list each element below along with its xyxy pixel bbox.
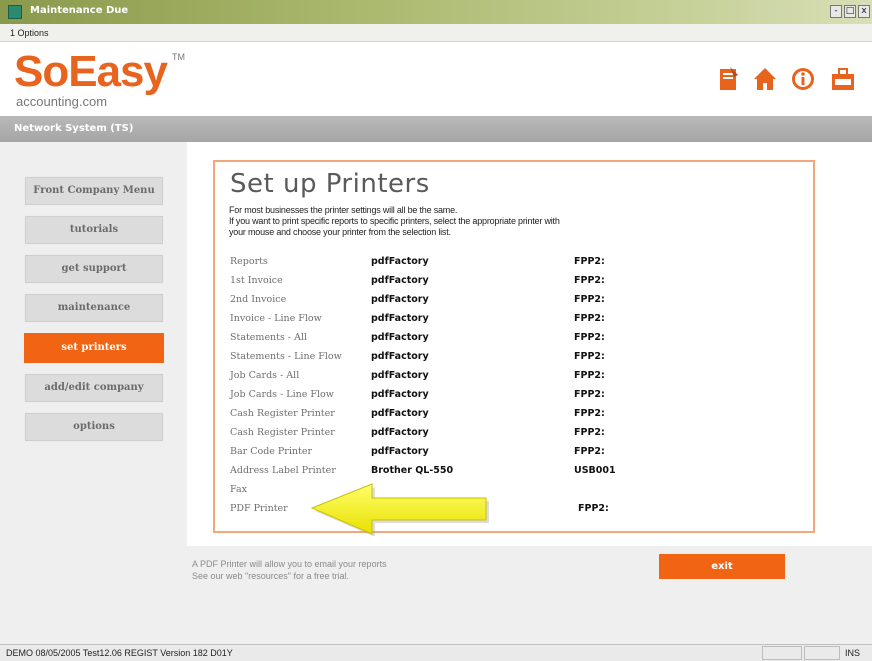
printer-port: FPP2: xyxy=(574,389,605,400)
printer-select[interactable]: Brother QL-550 xyxy=(371,465,453,476)
menu-bar: 1 Options xyxy=(0,24,872,42)
printer-row-label: 2nd Invoice xyxy=(230,294,287,305)
home-icon[interactable] xyxy=(752,65,778,93)
intro-line: your mouse and choose your printer from … xyxy=(229,227,451,237)
printer-port: FPP2: xyxy=(574,256,605,267)
printer-row-label: Cash Register Printer xyxy=(230,408,335,419)
printer-port: FPP2: xyxy=(574,275,605,286)
app-icon xyxy=(8,5,22,19)
window-title: Maintenance Due xyxy=(30,5,129,16)
printer-row-label: Reports xyxy=(230,256,268,267)
printer-port: FPP2: xyxy=(574,446,605,457)
status-cell xyxy=(762,646,802,660)
intro-line: If you want to print specific reports to… xyxy=(229,216,560,226)
printer-row-label: Statements - Line Flow xyxy=(230,351,342,362)
printer-select[interactable]: pdfFactory xyxy=(371,332,429,343)
printer-select[interactable]: pdfFactory xyxy=(371,351,429,362)
arrow-left-icon xyxy=(310,483,489,536)
nav-get-support[interactable]: get support xyxy=(24,254,164,284)
printer-port: FPP2: xyxy=(574,294,605,305)
info-icon[interactable] xyxy=(790,65,816,93)
printer-select[interactable]: pdfFactory xyxy=(371,446,429,457)
exit-button[interactable]: exit xyxy=(659,554,785,579)
intro-line: For most businesses the printer settings… xyxy=(229,205,458,215)
printer-port: FPP2: xyxy=(574,370,605,381)
printer-select[interactable]: pdfFactory xyxy=(371,370,429,381)
printer-row-label: Address Label Printer xyxy=(230,465,336,476)
printer-row-label: Job Cards - All xyxy=(230,370,300,381)
printer-select[interactable]: pdfFactory xyxy=(371,294,429,305)
close-button[interactable]: x xyxy=(858,5,870,18)
nav-add-edit-company[interactable]: add/edit company xyxy=(24,373,164,403)
printer-row-label: PDF Printer xyxy=(230,503,288,514)
status-bar: DEMO 08/05/2005 Test12.06 REGIST Version… xyxy=(0,644,872,661)
maximize-button[interactable]: □ xyxy=(844,5,856,18)
printer-select[interactable]: pdfFactory xyxy=(371,256,429,267)
minimize-button[interactable]: - xyxy=(830,5,842,18)
nav-options[interactable]: options xyxy=(24,412,164,442)
nav-maintenance[interactable]: maintenance xyxy=(24,293,164,323)
printer-port: FPP2: xyxy=(574,427,605,438)
printer-port: USB001 xyxy=(574,465,616,476)
header: SoEasy TM accounting.com xyxy=(0,42,872,116)
printer-row-label: Fax xyxy=(230,484,247,495)
printer-row-label: Cash Register Printer xyxy=(230,427,335,438)
briefcase-icon[interactable] xyxy=(830,65,856,93)
printer-row-label: Job Cards - Line Flow xyxy=(230,389,334,400)
brand-trademark: TM xyxy=(172,52,185,62)
title-bar: Maintenance Due - □ x xyxy=(0,0,872,24)
printer-row-label: Bar Code Printer xyxy=(230,446,312,457)
printer-select[interactable]: pdfFactory xyxy=(371,408,429,419)
printer-select[interactable]: pdfFactory xyxy=(371,427,429,438)
printer-row-label: Invoice - Line Flow xyxy=(230,313,322,324)
printer-port: FPP2: xyxy=(574,313,605,324)
document-icon[interactable] xyxy=(716,65,742,93)
brand-logo: SoEasy xyxy=(14,47,168,96)
printer-select[interactable]: pdfFactory xyxy=(371,313,429,324)
nav-front-company-menu[interactable]: Front Company Menu xyxy=(24,176,164,206)
printer-port: FPP2: xyxy=(574,332,605,343)
insert-mode: INS xyxy=(845,648,861,658)
printer-select[interactable]: pdfFactory xyxy=(371,389,429,400)
pdf-note-resources: See our web "resources" for a free trial… xyxy=(192,571,349,581)
brand-tagline: accounting.com xyxy=(16,94,108,109)
printer-port: FPP2: xyxy=(574,408,605,419)
printer-port: FPP2: xyxy=(574,351,605,362)
system-name: Network System (TS) xyxy=(14,123,134,134)
pdf-note: A PDF Printer will allow you to email yo… xyxy=(192,559,387,569)
printer-select[interactable]: pdfFactory xyxy=(371,275,429,286)
printer-row-label: 1st Invoice xyxy=(230,275,283,286)
nav-set-printers[interactable]: set printers xyxy=(24,333,164,363)
system-bar: Network System (TS) xyxy=(0,116,872,142)
status-text: DEMO 08/05/2005 Test12.06 REGIST Version… xyxy=(6,648,233,658)
status-cell xyxy=(804,646,840,660)
menu-options[interactable]: 1 Options xyxy=(10,28,49,38)
printer-port: FPP2: xyxy=(578,503,609,514)
page-title: Set up Printers xyxy=(230,169,430,199)
nav-tutorials[interactable]: tutorials xyxy=(24,215,164,245)
printer-row-label: Statements - All xyxy=(230,332,308,343)
